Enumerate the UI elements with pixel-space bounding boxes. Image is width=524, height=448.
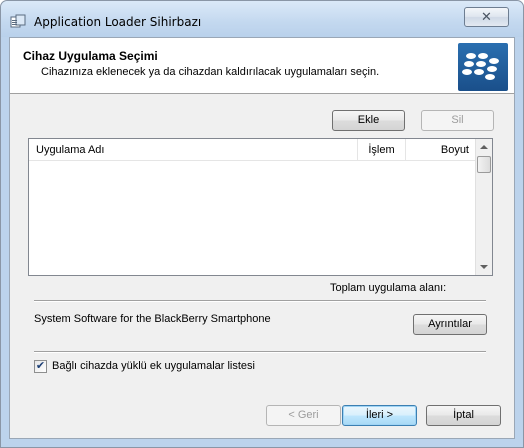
scroll-down-icon[interactable]	[480, 265, 488, 269]
wizard-window: Application Loader Sihirbazı ✕ Cihaz Uyg…	[0, 0, 524, 448]
title-bar[interactable]: Application Loader Sihirbazı ✕	[1, 1, 523, 37]
next-button[interactable]: İleri >	[342, 405, 417, 426]
app-window-icon	[10, 14, 26, 30]
close-button[interactable]: ✕	[464, 7, 509, 27]
list-apps-checkbox[interactable]: ✔	[34, 360, 47, 373]
application-list[interactable]: Uygulama Adı İşlem Boyut	[28, 138, 493, 276]
divider	[34, 351, 486, 353]
list-scrollbar[interactable]	[475, 139, 492, 275]
divider	[34, 300, 486, 302]
back-button[interactable]: < Geri	[266, 405, 341, 426]
delete-button[interactable]: Sil	[421, 110, 494, 131]
column-header-app-name[interactable]: Uygulama Adı	[29, 139, 358, 161]
list-header: Uygulama Adı İşlem Boyut	[29, 139, 475, 161]
total-space-label: Toplam uygulama alanı:	[330, 282, 447, 294]
close-icon: ✕	[481, 9, 492, 24]
add-button[interactable]: Ekle	[332, 110, 405, 131]
wizard-client-area: Cihaz Uygulama Seçimi Cihazınıza eklenec…	[9, 37, 515, 439]
checkmark-icon: ✔	[35, 360, 46, 372]
column-header-size[interactable]: Boyut	[406, 139, 475, 161]
blackberry-logo-icon	[458, 43, 508, 91]
scrollbar-thumb[interactable]	[477, 156, 491, 173]
scroll-up-icon[interactable]	[480, 145, 488, 149]
page-title: Cihaz Uygulama Seçimi	[23, 49, 158, 63]
details-button[interactable]: Ayrıntılar	[413, 314, 487, 335]
cancel-button[interactable]: İptal	[426, 405, 501, 426]
list-apps-label: Bağlı cihazda yüklü ek uygulamalar liste…	[52, 360, 255, 372]
system-software-label: System Software for the BlackBerry Smart…	[34, 313, 271, 325]
page-subtitle: Cihazınıza eklenecek ya da cihazdan kald…	[41, 66, 380, 78]
column-header-action[interactable]: İşlem	[358, 139, 406, 161]
window-title: Application Loader Sihirbazı	[34, 15, 202, 29]
wizard-header: Cihaz Uygulama Seçimi Cihazınıza eklenec…	[10, 38, 514, 94]
wizard-footer: < Geri İleri > İptal	[10, 384, 514, 438]
